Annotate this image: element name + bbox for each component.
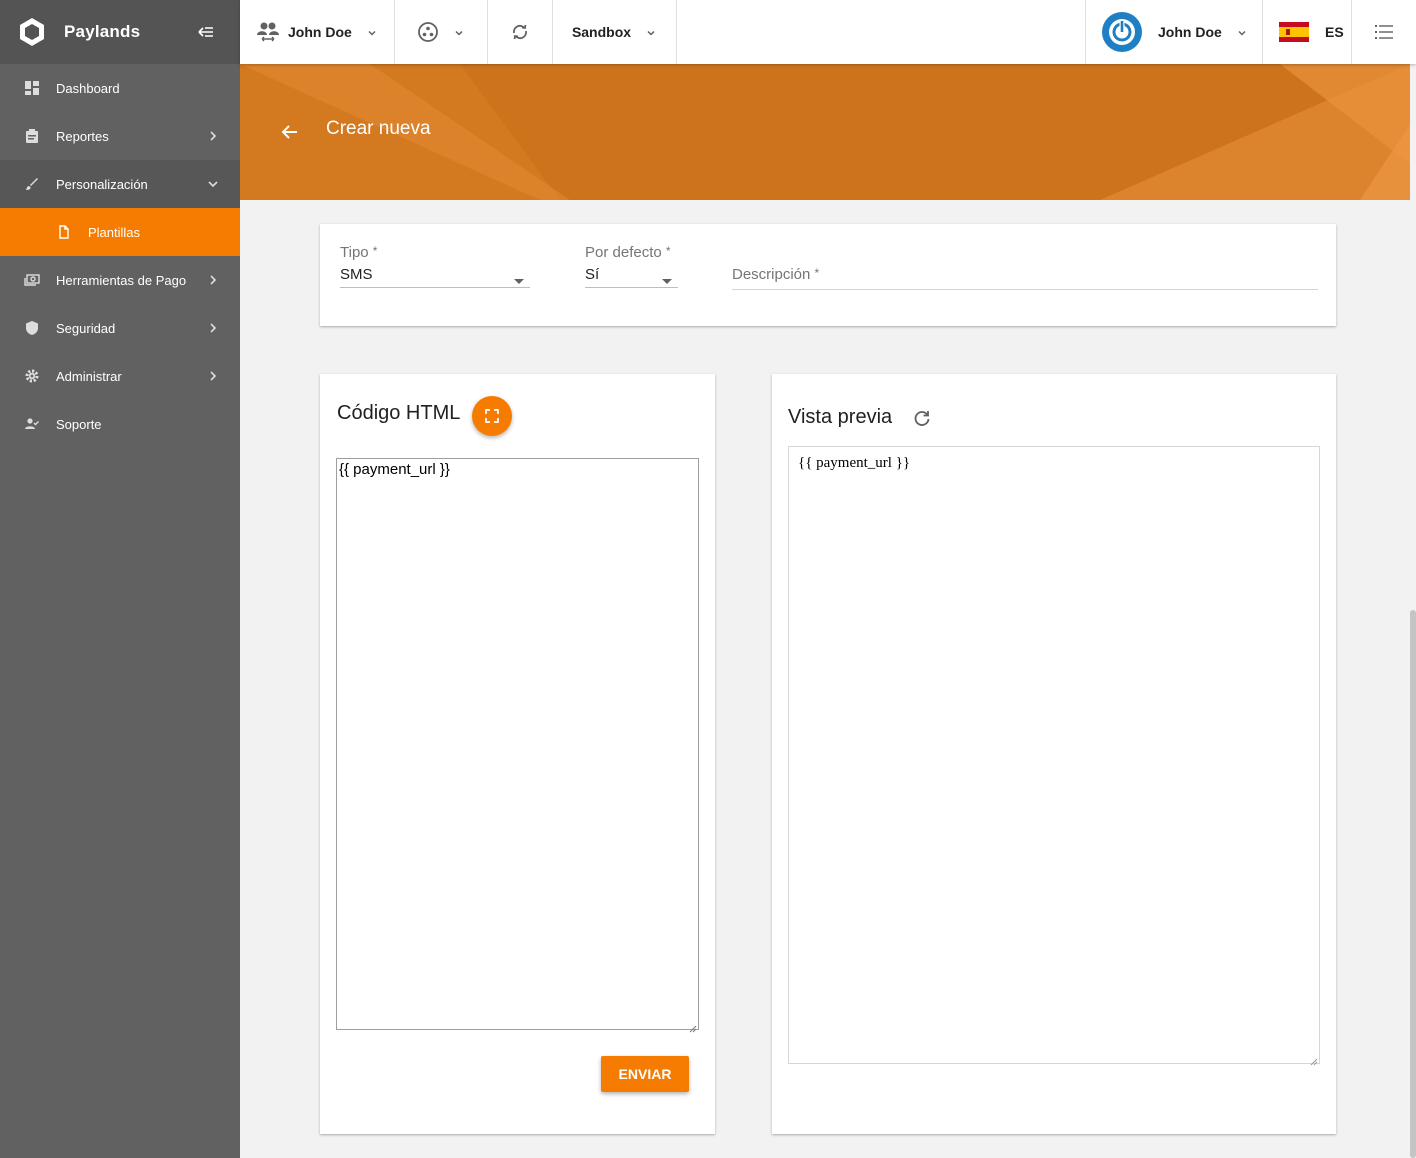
users-switch-icon: [256, 20, 280, 44]
html-code-card: Código HTML {{ payment_url }} ENVIAR: [320, 374, 715, 1134]
clipboard-icon: [24, 128, 40, 144]
top-bar: John Doe Sandbox John Doe ES: [240, 0, 1416, 64]
menu-button[interactable]: [1352, 0, 1416, 64]
refresh-icon[interactable]: [912, 408, 932, 428]
code-card-title: Código HTML: [337, 402, 461, 424]
por-defecto-select[interactable]: Por defecto * Sí: [585, 244, 678, 288]
sync-button[interactable]: [488, 0, 553, 64]
service-selector[interactable]: [395, 0, 488, 64]
resize-grip-icon[interactable]: [1310, 1054, 1318, 1066]
sidebar-item-soporte[interactable]: Soporte: [0, 400, 240, 448]
sidebar-item-reportes[interactable]: Reportes: [0, 112, 240, 160]
template-settings-card: Tipo * SMS Por defecto * Sí Descripción …: [320, 224, 1336, 326]
customer-selector[interactable]: John Doe: [240, 0, 395, 64]
sidebar-item-label: Dashboard: [56, 80, 120, 96]
avatar: [1102, 12, 1142, 52]
sidebar-item-label: Administrar: [56, 368, 122, 384]
sidebar-item-herramientas-de-pago[interactable]: Herramientas de Pago: [0, 256, 240, 304]
collapse-menu-icon[interactable]: [196, 22, 216, 42]
page-scrollbar[interactable]: [1410, 64, 1416, 1158]
support-agent-icon: [24, 416, 40, 432]
sidebar-item-label: Soporte: [56, 416, 102, 432]
chevron-down-icon: [645, 26, 657, 38]
chevron-down-icon: [206, 177, 220, 191]
chevron-down-icon: [366, 26, 378, 38]
tipo-label: Tipo *: [340, 244, 378, 261]
sidebar-item-label: Seguridad: [56, 320, 116, 336]
scrollbar-thumb[interactable]: [1410, 610, 1416, 1158]
chevron-right-icon: [206, 129, 220, 143]
tipo-select[interactable]: Tipo * SMS: [340, 244, 530, 288]
dashboard-icon: [24, 80, 40, 96]
por-defecto-value: Sí: [585, 266, 678, 288]
sidebar-item-administrar[interactable]: Administrar: [0, 352, 240, 400]
sidebar-item-dashboard[interactable]: Dashboard: [0, 64, 240, 112]
brand-bar: Paylands: [0, 0, 240, 64]
page-title: Crear nueva: [326, 118, 431, 139]
preview-frame: {{ payment_url }}: [788, 446, 1320, 1066]
customer-name: John Doe: [288, 24, 352, 40]
resize-grip-icon[interactable]: [689, 1020, 697, 1033]
sidebar-item-personalizacion[interactable]: Personalización: [0, 160, 240, 208]
sidebar-item-label: Plantillas: [88, 224, 141, 240]
language-selector[interactable]: ES: [1263, 0, 1352, 64]
language-code: ES: [1325, 24, 1344, 40]
chevron-right-icon: [206, 321, 220, 335]
top-bar-spacer: [677, 0, 1086, 64]
chevron-down-icon: [1236, 26, 1248, 38]
brand-title: Paylands: [64, 22, 141, 41]
preview-card: Vista previa {{ payment_url }}: [772, 374, 1336, 1134]
money-icon: [24, 272, 40, 288]
spain-flag-icon: [1279, 22, 1309, 42]
page-header-banner: Crear nueva: [240, 64, 1410, 200]
chevron-right-icon: [206, 273, 220, 287]
chevron-down-icon: [453, 26, 465, 38]
document-icon: [56, 224, 72, 240]
shield-icon: [24, 320, 40, 336]
sidebar-item-label: Herramientas de Pago: [56, 272, 187, 288]
sidebar-item-plantillas[interactable]: Plantillas: [0, 208, 240, 256]
brush-icon: [24, 176, 40, 192]
chevron-right-icon: [206, 369, 220, 383]
descripcion-input[interactable]: Descripción *: [732, 266, 1318, 290]
sidebar-item-seguridad[interactable]: Seguridad: [0, 304, 240, 352]
paylands-logo-icon: [16, 16, 48, 48]
service-icon: [417, 21, 439, 43]
list-menu-icon: [1373, 21, 1395, 43]
back-arrow-icon[interactable]: [280, 122, 300, 142]
account-name: John Doe: [1158, 24, 1222, 40]
gear-icon: [24, 368, 40, 384]
account-menu[interactable]: John Doe: [1086, 0, 1263, 64]
environment-name: Sandbox: [571, 24, 632, 40]
sidebar: Paylands Dashboard Reportes Personalizac…: [0, 0, 240, 1158]
por-defecto-label: Por defecto *: [585, 244, 671, 261]
sidebar-item-label: Reportes: [56, 128, 109, 144]
send-button[interactable]: ENVIAR: [601, 1056, 689, 1092]
fullscreen-button[interactable]: [472, 396, 512, 436]
dropdown-arrow-icon: [514, 272, 524, 284]
tipo-value: SMS: [340, 266, 530, 288]
environment-selector[interactable]: Sandbox: [553, 0, 677, 64]
sidebar-item-label: Personalización: [56, 176, 148, 192]
preview-card-title: Vista previa: [788, 406, 893, 428]
html-code-editor[interactable]: {{ payment_url }}: [336, 458, 699, 1033]
dropdown-arrow-icon: [662, 272, 672, 284]
fullscreen-icon: [484, 408, 500, 424]
sync-icon: [509, 21, 531, 43]
